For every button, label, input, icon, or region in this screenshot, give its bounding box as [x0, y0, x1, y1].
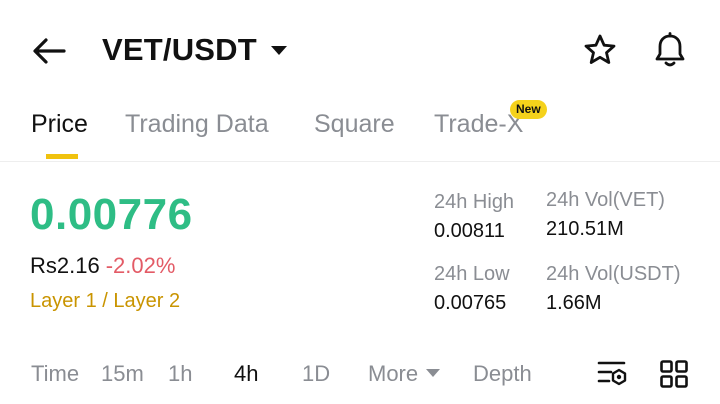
interval-more[interactable]: More — [368, 361, 441, 387]
fiat-price: Rs2.16 — [30, 253, 100, 278]
indicator-settings-button[interactable] — [594, 356, 630, 392]
interval-time[interactable]: Time — [31, 361, 79, 387]
caret-down-icon — [270, 45, 287, 55]
chart-settings-icon — [597, 361, 627, 386]
tab-trading-data[interactable]: Trading Data — [125, 110, 269, 139]
pair-title: VET/USDT — [102, 32, 257, 67]
bell-icon — [655, 32, 685, 67]
caret-down-icon — [426, 369, 441, 378]
last-price: 0.00776 — [30, 190, 193, 239]
stat-24h-vol-base: 24h Vol(VET) 210.51M — [546, 189, 665, 241]
stat-label: 24h Vol(VET) — [546, 189, 665, 211]
depth-tab[interactable]: Depth — [473, 361, 532, 387]
interval-15m[interactable]: 15m — [101, 361, 144, 387]
fiat-price-row: Rs2.16 -2.02% — [30, 253, 175, 279]
stat-label: 24h High — [434, 191, 515, 213]
stat-24h-vol-quote: 24h Vol(USDT) 1.66M — [546, 263, 681, 315]
stat-value: 1.66M — [546, 292, 602, 314]
stat-24h-high: 24h High 0.00811 — [434, 191, 514, 243]
stat-value: 0.00765 — [434, 292, 507, 314]
active-tab-indicator — [46, 154, 78, 159]
star-icon — [584, 34, 616, 64]
tab-square[interactable]: Square — [314, 110, 395, 139]
tab-trade-x[interactable]: Trade-X — [434, 110, 523, 139]
interval-4h[interactable]: 4h — [234, 361, 258, 387]
stat-label: 24h Low — [434, 263, 510, 285]
price-change-percent: -2.02% — [105, 253, 176, 278]
interval-1h[interactable]: 1h — [168, 361, 192, 387]
stat-value: 210.51M — [546, 218, 624, 240]
stat-24h-low: 24h Low 0.00765 — [434, 263, 510, 315]
tab-bar: Price Trading Data Square Trade-X — [0, 100, 720, 162]
tab-price[interactable]: Price — [31, 110, 88, 139]
header-bar: VET/USDT — [0, 0, 720, 100]
layout-grid-button[interactable] — [656, 356, 692, 392]
new-badge: New — [510, 100, 547, 119]
back-button[interactable] — [28, 30, 70, 72]
interval-more-label: More — [368, 361, 419, 386]
grid-icon — [660, 360, 688, 388]
arrow-left-icon — [33, 38, 66, 64]
stat-label: 24h Vol(USDT) — [546, 263, 681, 285]
pair-selector[interactable]: VET/USDT — [102, 28, 287, 72]
favorite-button[interactable] — [578, 28, 622, 72]
interval-1d[interactable]: 1D — [302, 361, 330, 387]
category-tag[interactable]: Layer 1 / Layer 2 — [30, 290, 180, 313]
price-alert-button[interactable] — [648, 28, 692, 72]
stat-value: 0.00811 — [434, 220, 505, 242]
